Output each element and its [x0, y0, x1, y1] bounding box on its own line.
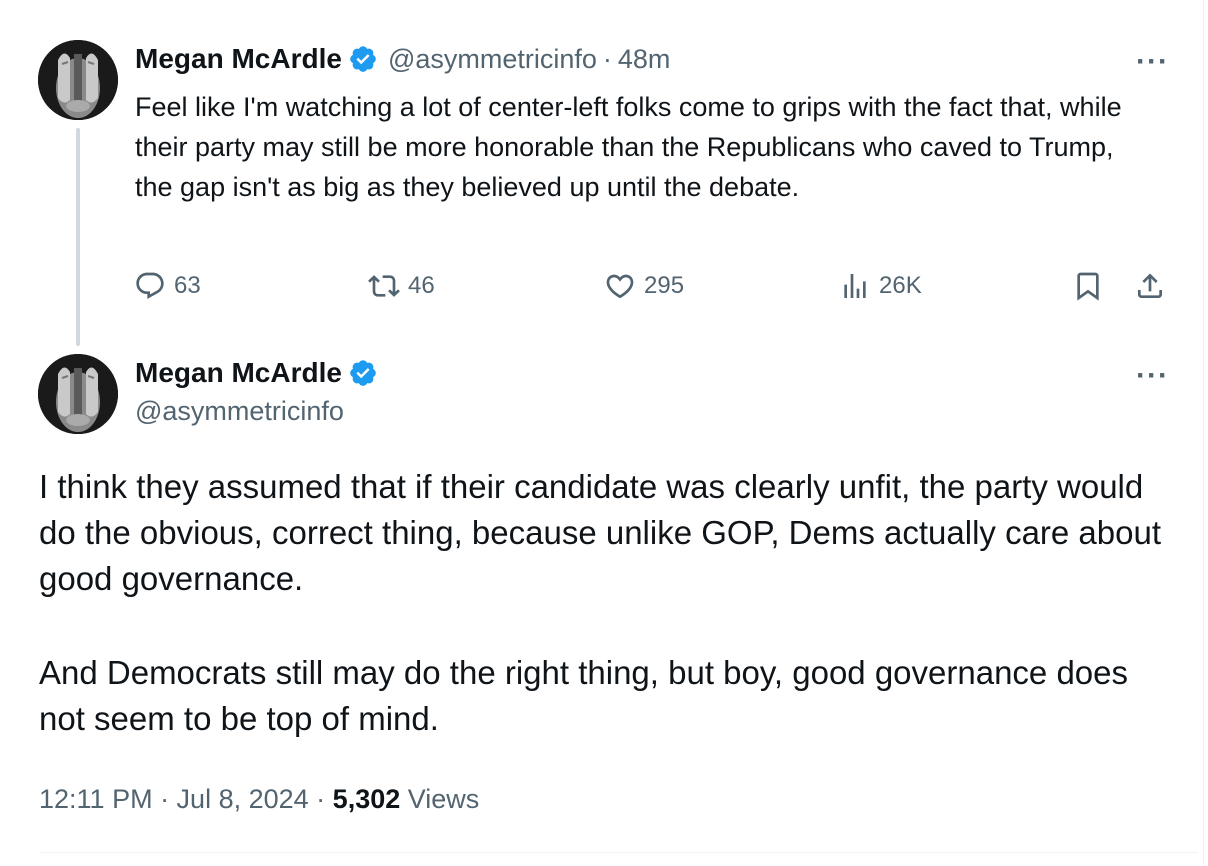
timeline-border	[1203, 0, 1204, 866]
views-label: Views	[407, 784, 480, 814]
avatar[interactable]	[38, 354, 118, 434]
share-icon	[1138, 273, 1162, 298]
like-button[interactable]: 295	[604, 270, 684, 302]
divider	[39, 852, 1198, 853]
post-timestamp[interactable]: 12:11 PM · Jul 8, 2024 ·	[39, 784, 325, 814]
reply-header: Megan McArdle @asymmetricinfo · 48m	[135, 43, 670, 75]
verified-badge-icon[interactable]	[348, 44, 378, 74]
avatar-image	[38, 354, 118, 434]
tweet-paragraph: I think they assumed that if their candi…	[39, 468, 1162, 597]
author-handle[interactable]: @asymmetricinfo	[388, 44, 597, 75]
tweet-text: I think they assumed that if their candi…	[39, 464, 1179, 790]
post-time[interactable]: 48m	[618, 44, 671, 75]
more-options-button[interactable]: ···	[1136, 47, 1169, 77]
author-handle[interactable]: @asymmetricinfo	[135, 396, 344, 427]
separator-dot: ·	[602, 43, 612, 74]
avatar-image	[38, 40, 118, 120]
action-bar: 63 46 295 26K	[134, 270, 1174, 310]
like-icon	[606, 274, 634, 299]
view-count: 5,302	[332, 784, 401, 814]
share-button[interactable]	[1134, 270, 1174, 302]
more-options-button[interactable]: ···	[1136, 361, 1169, 391]
views-button[interactable]: 26K	[839, 270, 922, 302]
reply-icon	[136, 272, 164, 299]
repost-count: 46	[408, 272, 435, 299]
author-name[interactable]: Megan McArdle	[135, 357, 342, 389]
main-header: Megan McArdle	[135, 357, 378, 389]
avatar[interactable]	[38, 40, 118, 120]
repost-icon	[368, 275, 400, 297]
reply-button[interactable]: 63	[134, 270, 201, 302]
bookmark-button[interactable]	[1072, 270, 1112, 302]
bookmark-icon	[1077, 272, 1099, 301]
verified-badge-icon[interactable]	[348, 358, 378, 388]
views-count: 26K	[879, 272, 922, 299]
repost-button[interactable]: 46	[368, 270, 435, 302]
tweet-metadata: 12:11 PM · Jul 8, 2024 · 5,302 Views	[39, 784, 479, 815]
author-name[interactable]: Megan McArdle	[135, 43, 342, 75]
like-count: 295	[644, 272, 685, 299]
views-icon	[844, 274, 866, 298]
tweet-text: Feel like I'm watching a lot of center-l…	[135, 92, 1122, 202]
reply-count: 63	[174, 272, 201, 299]
thread-connector-line	[76, 128, 80, 346]
tweet-paragraph: And Democrats still may do the right thi…	[39, 654, 1129, 737]
